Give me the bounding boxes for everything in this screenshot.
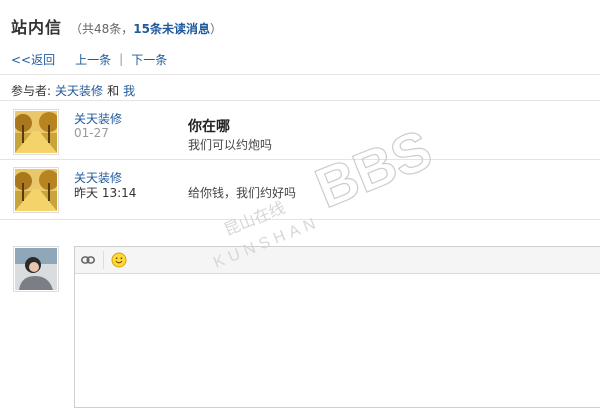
- sender-name-link[interactable]: 关天装修: [74, 110, 122, 127]
- message-item: 关天装修 昨天 13:14 给你钱，我们约好吗: [0, 159, 600, 219]
- message-subject: 你在哪: [188, 119, 230, 135]
- message-time: 昨天 13:14: [74, 186, 137, 200]
- toolbar-separator: [103, 251, 104, 269]
- page-title: 站内信: [11, 18, 63, 37]
- user-photo-avatar-icon: [15, 248, 57, 290]
- participant-me-link[interactable]: 我: [123, 82, 135, 99]
- emoticon-button[interactable]: [106, 247, 132, 273]
- participants-and: 和: [107, 84, 120, 98]
- count-suffix: ）: [210, 22, 223, 36]
- participant-user-link[interactable]: 关天装修: [55, 82, 103, 99]
- participants: 参与者: 关天装修 和 我: [11, 82, 135, 99]
- message-time: 01-27: [74, 126, 109, 140]
- sender-avatar[interactable]: [13, 109, 59, 155]
- message-body: 给你钱，我们约好吗: [188, 186, 297, 200]
- message-item: 关天装修 01-27 你在哪 我们可以约炮吗: [0, 100, 600, 158]
- link-icon: [81, 256, 95, 264]
- smiley-icon: [111, 252, 127, 268]
- prev-link[interactable]: 上一条: [75, 51, 111, 68]
- divider: [0, 219, 600, 220]
- next-link[interactable]: 下一条: [131, 51, 167, 68]
- message-count: （共48条，15条未读消息）: [70, 20, 222, 37]
- back-link[interactable]: <<返回: [11, 51, 55, 68]
- count-prefix: （共48条，: [70, 22, 134, 36]
- message-nav: <<返回 上一条 | 下一条: [11, 51, 167, 67]
- reply-editor: [74, 246, 600, 408]
- reply-textarea[interactable]: [75, 274, 600, 407]
- nav-separator: |: [119, 52, 124, 66]
- editor-toolbar: [75, 247, 600, 274]
- autumn-trees-avatar-icon: [15, 111, 57, 153]
- participants-label: 参与者:: [11, 84, 52, 98]
- my-avatar[interactable]: [13, 246, 59, 292]
- divider: [0, 74, 600, 75]
- page-header: 站内信 （共48条，15条未读消息）: [11, 14, 222, 38]
- autumn-trees-avatar-icon: [15, 169, 57, 211]
- unread-count-link[interactable]: 15条未读消息: [133, 22, 210, 36]
- message-body: 我们可以约炮吗: [188, 138, 273, 152]
- link-button[interactable]: [75, 247, 101, 273]
- sender-avatar[interactable]: [13, 167, 59, 213]
